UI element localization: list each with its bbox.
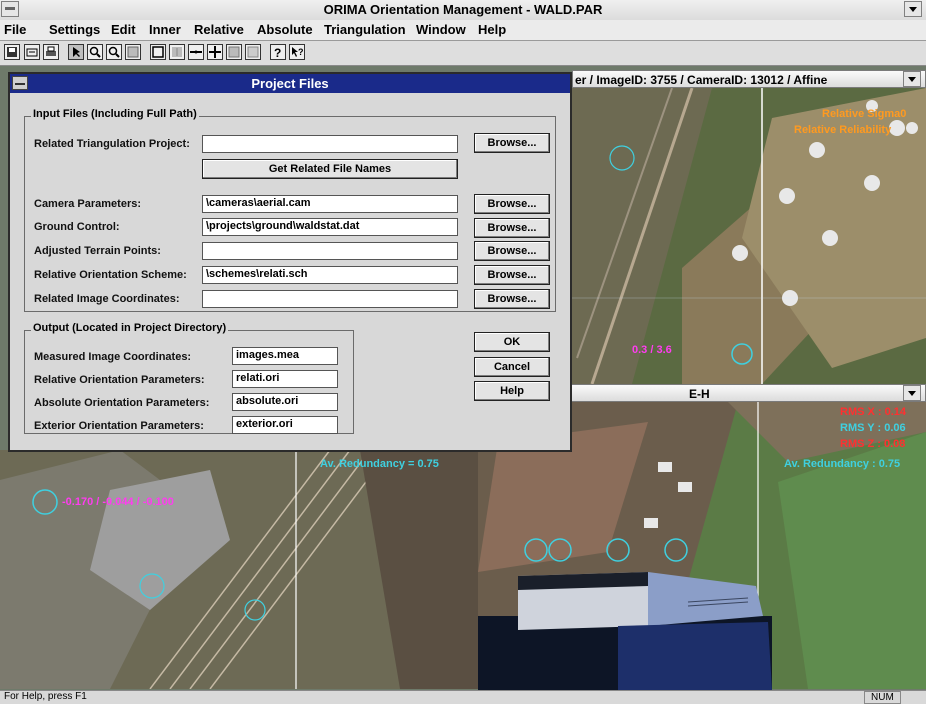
- crosshair-icon[interactable]: [188, 44, 204, 60]
- measure-icon[interactable]: [125, 44, 141, 60]
- menu-file[interactable]: File: [4, 22, 26, 37]
- menu-absolute[interactable]: Absolute: [257, 22, 313, 37]
- num-lock-indicator: NUM: [864, 691, 901, 704]
- top-right-aerial-image[interactable]: Relative Sigma0 Relative Reliability 0.3…: [572, 88, 926, 384]
- related-triangulation-field[interactable]: [202, 135, 458, 153]
- relative-reliability-overlay: Relative Reliability: [794, 124, 892, 136]
- relative-orientation-parameters-field[interactable]: relati.ori: [232, 370, 338, 388]
- menu-settings[interactable]: Settings: [49, 22, 100, 37]
- pointer-icon[interactable]: [68, 44, 84, 60]
- print-icon[interactable]: [43, 44, 59, 60]
- exterior-orientation-parameters-label: Exterior Orientation Parameters:: [34, 420, 204, 432]
- get-related-file-names-button[interactable]: Get Related File Names: [202, 159, 458, 179]
- rms-x-overlay: RMS X : 0.14: [840, 406, 907, 418]
- status-help-text: For Help, press F1: [4, 691, 87, 702]
- output-files-group-label: Output (Located in Project Directory): [31, 322, 229, 334]
- measured-image-coordinates-field[interactable]: images.mea: [232, 347, 338, 365]
- relative-orientation-scheme-field[interactable]: \schemes\relati.sch: [202, 266, 458, 284]
- chevron-down-icon: [909, 7, 917, 12]
- save-icon[interactable]: [4, 44, 20, 60]
- relative-orientation-parameters-label: Relative Orientation Parameters:: [34, 374, 205, 386]
- ground-control-field[interactable]: \projects\ground\waldstat.dat: [202, 218, 458, 236]
- adjusted-terrain-points-field[interactable]: [202, 242, 458, 260]
- menu-triangulation[interactable]: Triangulation: [324, 22, 406, 37]
- point-icon[interactable]: [169, 44, 185, 60]
- zoom-out-icon[interactable]: [106, 44, 122, 60]
- svg-text:?: ?: [298, 47, 304, 57]
- coords-overlay: -0.170 / -0.044 / -0.100: [62, 496, 174, 508]
- related-image-coordinates-field[interactable]: [202, 290, 458, 308]
- camera-parameters-label: Camera Parameters:: [34, 198, 142, 210]
- rms-y-overlay: RMS Y : 0.06: [840, 422, 906, 434]
- browse-related-triangulation-button[interactable]: Browse...: [474, 133, 550, 153]
- chevron-down-icon: [908, 77, 916, 82]
- minimize-button[interactable]: [904, 1, 922, 17]
- browse-related-image-coordinates-button[interactable]: Browse...: [474, 289, 550, 309]
- menu-inner[interactable]: Inner: [149, 22, 181, 37]
- system-menu-icon: [15, 83, 25, 85]
- rms-z-overlay: RMS Z : 0.08: [840, 438, 906, 450]
- top-right-pane-title-bar: er / ImageID: 3755 / CameraID: 13012 / A…: [572, 70, 926, 88]
- ok-button[interactable]: OK: [474, 332, 550, 352]
- input-files-group-label: Input Files (Including Full Path): [31, 108, 199, 120]
- toolbar: ? ?: [0, 41, 926, 66]
- relative-orientation-scheme-label: Relative Orientation Scheme:: [34, 269, 187, 281]
- help-icon[interactable]: ?: [270, 44, 286, 60]
- menu-edit[interactable]: Edit: [111, 22, 136, 37]
- browse-ground-control-button[interactable]: Browse...: [474, 218, 550, 238]
- av-redundancy-overlay: Av. Redundancy : 0.75: [784, 458, 901, 470]
- camera-parameters-field[interactable]: \cameras\aerial.cam: [202, 195, 458, 213]
- absolute-orientation-parameters-label: Absolute Orientation Parameters:: [34, 397, 210, 409]
- window-title: ORIMA Orientation Management - WALD.PAR: [323, 2, 603, 17]
- pane-scroll-button-2[interactable]: [903, 385, 921, 401]
- grid-icon[interactable]: [207, 44, 223, 60]
- menu-relative[interactable]: Relative: [194, 22, 244, 37]
- top-right-pane-title: er / ImageID: 3755 / CameraID: 13012 / A…: [575, 73, 828, 87]
- ground-control-label: Ground Control:: [34, 221, 120, 233]
- adjusted-terrain-points-label: Adjusted Terrain Points:: [34, 245, 161, 257]
- related-image-coordinates-label: Related Image Coordinates:: [34, 293, 180, 305]
- context-help-icon[interactable]: ?: [289, 44, 305, 60]
- browse-adjusted-terrain-points-button[interactable]: Browse...: [474, 241, 550, 261]
- measured-image-coordinates-label: Measured Image Coordinates:: [34, 351, 192, 363]
- menu-bar: File Settings Edit Inner Relative Absolu…: [0, 20, 926, 41]
- svg-text:?: ?: [274, 46, 281, 59]
- point-label-overlay: 0.3 / 3.6: [632, 344, 672, 356]
- bottom-right-pane-title: E-H: [689, 387, 710, 401]
- help-button[interactable]: Help: [474, 381, 550, 401]
- browse-relative-orientation-scheme-button[interactable]: Browse...: [474, 265, 550, 285]
- menu-window[interactable]: Window: [416, 22, 466, 37]
- main-title-bar: ORIMA Orientation Management - WALD.PAR: [0, 0, 926, 21]
- printer-setup-icon[interactable]: [24, 44, 40, 60]
- project-files-dialog: Project Files Input Files (Including Ful…: [8, 72, 572, 452]
- zoom-in-icon[interactable]: [87, 44, 103, 60]
- status-bar: For Help, press F1 NUM: [0, 690, 926, 704]
- select-box-icon[interactable]: [150, 44, 166, 60]
- absolute-orientation-parameters-field[interactable]: absolute.ori: [232, 393, 338, 411]
- related-triangulation-label: Related Triangulation Project:: [34, 138, 190, 150]
- workstation-image: [478, 572, 772, 690]
- relative-sigma-overlay: Relative Sigma0: [822, 108, 907, 120]
- av-redundancy-overlay-left: Av. Redundancy = 0.75: [320, 458, 439, 470]
- browse-camera-parameters-button[interactable]: Browse...: [474, 194, 550, 214]
- pane-scroll-button[interactable]: [903, 71, 921, 87]
- menu-help[interactable]: Help: [478, 22, 506, 37]
- dialog-title: Project Files: [10, 74, 570, 93]
- frame-icon[interactable]: [226, 44, 242, 60]
- bottom-left-aerial-image[interactable]: Av. Redundancy = 0.75 -0.170 / -0.044 / …: [0, 450, 478, 689]
- chevron-down-icon: [908, 391, 916, 396]
- cancel-button[interactable]: Cancel: [474, 357, 550, 377]
- layer-icon[interactable]: [245, 44, 261, 60]
- dialog-system-menu-button[interactable]: [12, 76, 28, 90]
- exterior-orientation-parameters-field[interactable]: exterior.ori: [232, 416, 338, 434]
